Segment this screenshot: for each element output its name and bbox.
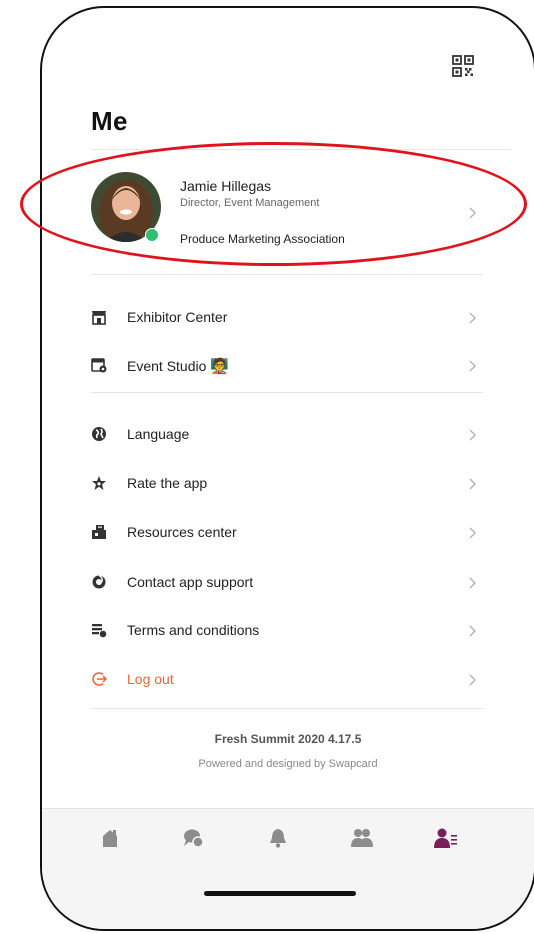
logout-icon	[92, 672, 107, 686]
home-indicator[interactable]	[204, 891, 356, 896]
profile-divider	[91, 274, 483, 275]
profile-role: Director, Event Management	[180, 197, 320, 209]
store-icon	[92, 311, 106, 325]
chevron-right-icon	[469, 674, 477, 686]
tab-network[interactable]	[350, 827, 374, 849]
menu-item-rate-the-app[interactable]: Rate the app	[91, 467, 483, 501]
tab-messages[interactable]	[182, 827, 206, 849]
chevron-right-icon	[469, 429, 477, 441]
qr-code-button[interactable]	[452, 55, 474, 77]
page-title: Me	[91, 106, 128, 136]
chat-icon	[184, 829, 204, 848]
menu-label: Resources center	[127, 524, 237, 540]
menu-label: Log out	[127, 671, 174, 687]
me-screen: Me Jamie Hillegas Director, Event Manage…	[42, 8, 534, 929]
teacher-emoji-icon: 🧑‍🏫	[210, 358, 229, 375]
menu-item-terms-and-conditions[interactable]: Terms and conditions	[91, 614, 483, 648]
document-icon	[92, 624, 107, 638]
tab-home[interactable]	[98, 827, 122, 849]
globe-icon	[92, 427, 106, 441]
powered-by-text: Powered and designed by Swapcard	[198, 758, 378, 770]
footer-divider	[91, 708, 483, 709]
phone-frame: Me Jamie Hillegas Director, Event Manage…	[40, 6, 534, 931]
menu-label: Exhibitor Center	[127, 309, 228, 325]
star-icon	[92, 476, 106, 490]
home-icon	[103, 830, 117, 847]
chevron-right-icon	[469, 625, 477, 637]
calendar-video-icon	[91, 358, 107, 373]
menu-item-language[interactable]: Language	[91, 418, 483, 452]
logout-button[interactable]: Log out	[91, 663, 483, 697]
profile-menu-icon	[434, 828, 457, 848]
menu-label: Contact app support	[127, 574, 254, 590]
section-divider	[91, 392, 483, 393]
menu-label: Terms and conditions	[127, 622, 260, 638]
chevron-right-icon	[469, 478, 477, 490]
online-status-badge	[145, 228, 159, 242]
chevron-right-icon	[469, 360, 477, 372]
menu-item-exhibitor-center[interactable]: Exhibitor Center	[91, 301, 483, 335]
title-divider	[91, 149, 511, 150]
chevron-right-icon	[469, 312, 477, 324]
menu-label: Rate the app	[127, 475, 208, 491]
support-icon	[92, 574, 106, 589]
profile-card[interactable]: Jamie Hillegas Director, Event Managemen…	[91, 168, 481, 252]
resources-icon	[92, 525, 106, 539]
tab-notifications[interactable]	[266, 827, 290, 849]
people-icon	[351, 829, 373, 847]
menu-item-contact-app-support[interactable]: Contact app support	[91, 566, 483, 600]
menu-label: Event Studio 🧑‍🏫	[127, 358, 229, 375]
qr-code-icon	[452, 55, 474, 77]
menu-label: Language	[127, 426, 190, 442]
tab-bar	[42, 808, 534, 929]
bell-icon	[270, 829, 286, 848]
chevron-right-icon	[469, 207, 477, 219]
menu-item-event-studio[interactable]: Event Studio 🧑‍🏫	[91, 349, 483, 383]
profile-organization: Produce Marketing Association	[180, 232, 345, 246]
chevron-right-icon	[469, 527, 477, 539]
profile-name: Jamie Hillegas	[180, 178, 272, 194]
chevron-right-icon	[469, 577, 477, 589]
tab-me[interactable]	[434, 827, 458, 849]
menu-item-resources-center[interactable]: Resources center	[91, 516, 483, 550]
app-version-text: Fresh Summit 2020 4.17.5	[214, 732, 362, 746]
